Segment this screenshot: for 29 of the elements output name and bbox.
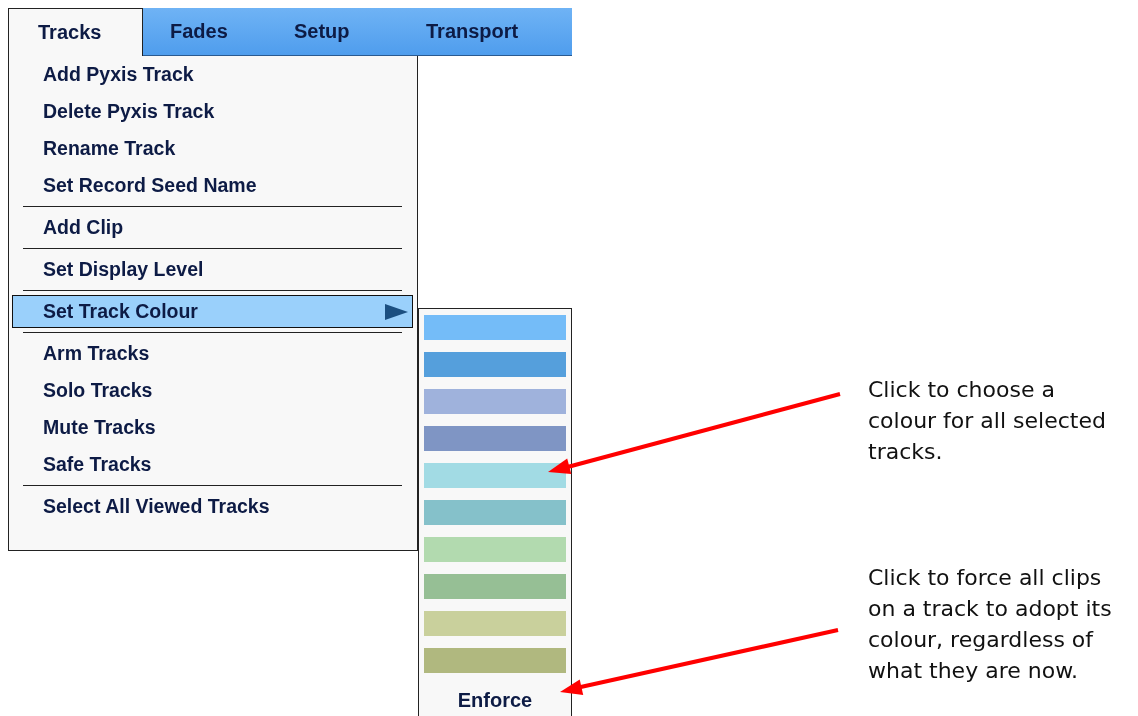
- colour-swatch[interactable]: [424, 315, 566, 340]
- colour-swatch[interactable]: [424, 426, 566, 451]
- menu-tab[interactable]: Tracks: [8, 7, 143, 56]
- menu-item[interactable]: Rename Track: [12, 132, 413, 165]
- callout-text: Click to choose a colour for all selected tracks.: [868, 376, 1107, 466]
- menu-item[interactable]: Select All Viewed Tracks: [12, 490, 413, 523]
- menu-item[interactable]: Set Track Colour: [12, 295, 413, 328]
- menu-item[interactable]: Set Display Level: [12, 253, 413, 286]
- menu-item[interactable]: Add Clip: [12, 211, 413, 244]
- menu-item[interactable]: Arm Tracks: [12, 337, 413, 370]
- colour-swatch[interactable]: [424, 611, 566, 636]
- menu-item[interactable]: Add Pyxis Track: [12, 58, 413, 91]
- menu-item[interactable]: Safe Tracks: [12, 448, 413, 481]
- colour-swatch[interactable]: [424, 537, 566, 562]
- callout-text: Click to force all clips on a track to adopt its colour, regardless of what they are now.: [868, 564, 1113, 685]
- enforce-button[interactable]: Enforce: [424, 689, 566, 712]
- colour-swatch[interactable]: [424, 352, 566, 377]
- menu-item[interactable]: Mute Tracks: [12, 411, 413, 444]
- colour-swatch[interactable]: [424, 574, 566, 599]
- menu-item[interactable]: Solo Tracks: [12, 374, 413, 407]
- menu-tab[interactable]: Fades: [143, 7, 275, 56]
- colour-swatch[interactable]: [424, 648, 566, 673]
- menu-tab[interactable]: Setup: [275, 7, 410, 56]
- colour-swatch[interactable]: [424, 389, 566, 414]
- colour-swatch[interactable]: [424, 463, 566, 488]
- menu-item[interactable]: Delete Pyxis Track: [12, 95, 413, 128]
- colour-swatch[interactable]: [424, 500, 566, 525]
- menu-item[interactable]: Set Record Seed Name: [12, 169, 413, 202]
- menu-tab[interactable]: Transport: [410, 7, 570, 56]
